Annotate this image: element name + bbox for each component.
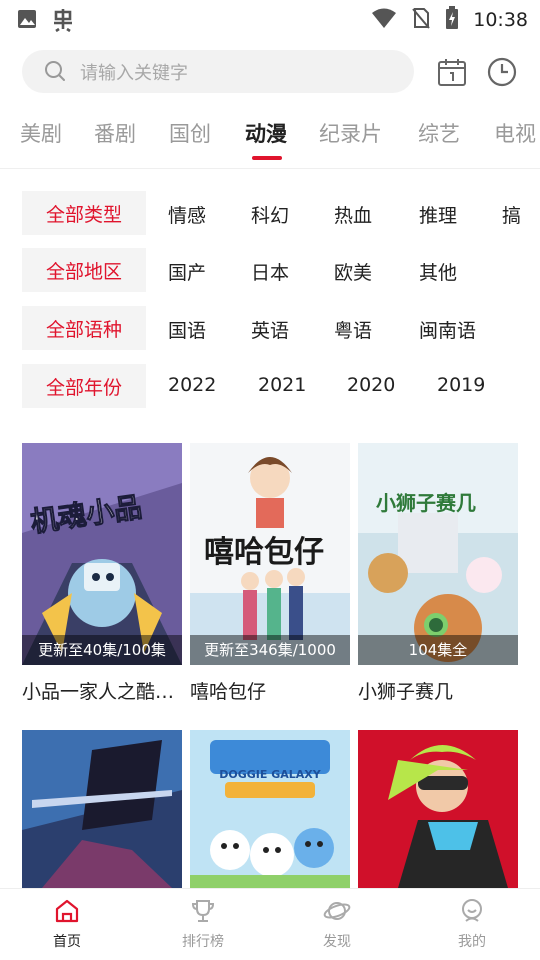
nav-profile[interactable]: 我的 bbox=[427, 897, 517, 951]
poster-thumbnail: DOGGIE GALAXY bbox=[190, 730, 350, 888]
nav-discover[interactable]: 发现 bbox=[292, 897, 382, 951]
filter-chip-region[interactable]: 全部地区 bbox=[22, 248, 146, 292]
video-card[interactable] bbox=[22, 730, 182, 888]
video-card[interactable]: DOGGIE GALAXY bbox=[190, 730, 350, 888]
user-icon bbox=[458, 899, 486, 929]
filter-option[interactable]: 闽南语 bbox=[419, 316, 476, 343]
filter-option[interactable]: 热血 bbox=[334, 201, 372, 228]
episode-badge: 更新至40集/100集 bbox=[22, 635, 182, 665]
planet-icon bbox=[323, 902, 351, 929]
poster-title-text: 小狮子赛几 bbox=[376, 491, 476, 515]
divider bbox=[0, 168, 540, 169]
tab-dongman[interactable]: 动漫 bbox=[245, 118, 287, 148]
bottom-navigation: 首页 排行榜 发现 我的 bbox=[0, 888, 540, 960]
app-bug-icon bbox=[50, 6, 76, 36]
filter-row-year: 全部年份 2022 2021 2020 2019 bbox=[0, 364, 540, 408]
active-tab-indicator bbox=[252, 156, 282, 160]
filter-option[interactable]: 2020 bbox=[347, 374, 395, 396]
poster-title-text: DOGGIE GALAXY bbox=[219, 768, 321, 781]
video-title: 嘻哈包仔 bbox=[190, 681, 267, 703]
nav-label: 排行榜 bbox=[182, 934, 224, 950]
filter-row-language: 全部语种 国语 英语 粤语 闽南语 bbox=[0, 306, 540, 350]
filter-option[interactable]: 2021 bbox=[258, 374, 306, 396]
video-card[interactable]: 嘻哈包仔 更新至346集/1000 嘻哈包仔 bbox=[190, 443, 350, 705]
search-placeholder: 请输入关键字 bbox=[80, 63, 188, 84]
poster-thumbnail: 机魂小品 更新至40集/100集 bbox=[22, 443, 182, 665]
history-clock-icon[interactable] bbox=[486, 56, 518, 92]
trophy-icon bbox=[189, 900, 217, 929]
filter-option[interactable]: 科幻 bbox=[251, 201, 289, 228]
video-card[interactable]: 机魂小品 更新至40集/100集 小品一家人之酷… bbox=[22, 443, 182, 705]
image-icon bbox=[16, 8, 38, 34]
tab-zongyi[interactable]: 综艺 bbox=[418, 118, 460, 148]
battery-charging-icon bbox=[445, 6, 459, 34]
filter-option[interactable]: 欧美 bbox=[334, 258, 372, 285]
nav-label: 发现 bbox=[323, 934, 351, 950]
filter-option[interactable]: 2019 bbox=[437, 374, 485, 396]
video-title: 小品一家人之酷… bbox=[22, 681, 175, 703]
status-bar: 10:38 bbox=[0, 0, 540, 40]
poster-title-text: 嘻哈包仔 bbox=[204, 535, 324, 570]
calendar-icon[interactable] bbox=[436, 56, 468, 92]
search-row: 请输入关键字 bbox=[0, 50, 540, 94]
video-card[interactable] bbox=[358, 730, 518, 888]
filter-chip-language[interactable]: 全部语种 bbox=[22, 306, 146, 350]
tab-meiju[interactable]: 美剧 bbox=[20, 118, 62, 148]
category-tabs: 美剧 番剧 国创 动漫 纪录片 综艺 电视 bbox=[0, 112, 540, 164]
episode-badge: 更新至346集/1000 bbox=[190, 635, 350, 665]
nav-ranking[interactable]: 排行榜 bbox=[158, 897, 248, 951]
clock-time: 10:38 bbox=[473, 9, 528, 31]
filter-chip-type[interactable]: 全部类型 bbox=[22, 191, 146, 235]
home-icon bbox=[53, 899, 81, 929]
poster-thumbnail bbox=[22, 730, 182, 888]
no-sim-icon bbox=[411, 7, 431, 33]
video-card[interactable]: 小狮子赛几 104集全 小狮子赛几 bbox=[358, 443, 518, 705]
tab-guochuang[interactable]: 国创 bbox=[169, 118, 211, 148]
filter-chip-year[interactable]: 全部年份 bbox=[22, 364, 146, 408]
poster-thumbnail: 嘻哈包仔 更新至346集/1000 bbox=[190, 443, 350, 665]
search-input[interactable]: 请输入关键字 bbox=[22, 50, 414, 93]
filter-option[interactable]: 日本 bbox=[251, 258, 289, 285]
filter-option[interactable]: 国语 bbox=[168, 316, 206, 343]
video-title: 小狮子赛几 bbox=[358, 681, 454, 703]
poster-thumbnail bbox=[358, 730, 518, 888]
filter-option[interactable]: 搞 bbox=[502, 201, 521, 228]
filter-option[interactable]: 推理 bbox=[419, 201, 457, 228]
episode-badge: 104集全 bbox=[358, 635, 518, 665]
filter-row-region: 全部地区 国产 日本 欧美 其他 bbox=[0, 248, 540, 292]
filter-option[interactable]: 英语 bbox=[251, 316, 289, 343]
nav-home[interactable]: 首页 bbox=[22, 897, 112, 951]
filter-option[interactable]: 情感 bbox=[168, 201, 206, 228]
filter-option[interactable]: 国产 bbox=[168, 258, 206, 285]
filter-option[interactable]: 粤语 bbox=[334, 316, 372, 343]
tab-fanju[interactable]: 番剧 bbox=[94, 118, 136, 148]
filter-option[interactable]: 2022 bbox=[168, 374, 216, 396]
search-icon bbox=[44, 60, 66, 86]
nav-label: 我的 bbox=[458, 934, 486, 950]
filter-row-type: 全部类型 情感 科幻 热血 推理 搞 bbox=[0, 191, 540, 235]
poster-thumbnail: 小狮子赛几 104集全 bbox=[358, 443, 518, 665]
wifi-icon bbox=[371, 7, 397, 33]
nav-label: 首页 bbox=[53, 934, 81, 950]
tab-dianshi[interactable]: 电视 bbox=[494, 118, 536, 148]
filter-option[interactable]: 其他 bbox=[419, 258, 457, 285]
tab-jilupian[interactable]: 纪录片 bbox=[319, 118, 382, 148]
